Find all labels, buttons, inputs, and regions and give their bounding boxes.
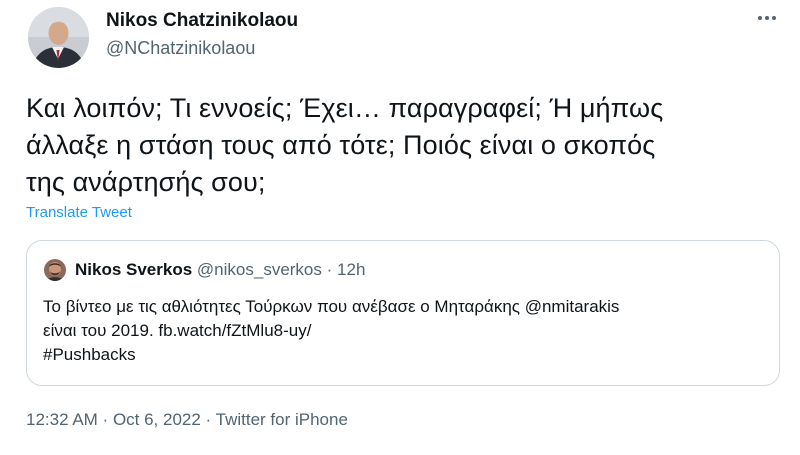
more-dot [765, 16, 769, 20]
author-avatar[interactable] [28, 7, 89, 68]
tweet-time[interactable]: 12:32 AM [26, 410, 98, 429]
tweet-date[interactable]: Oct 6, 2022 [113, 410, 201, 429]
tweet-text: Και λοιπόν; Τι εννοείς; Έχει… παραγραφεί… [26, 90, 766, 201]
quoted-text-line: #Pushbacks [43, 345, 136, 364]
tweet-text-line: Και λοιπόν; Τι εννοείς; Έχει… παραγραφεί… [26, 93, 664, 123]
quoted-text-line: είναι του 2019. fb.watch/fZtMlu8-uy/ [43, 321, 312, 340]
tweet-text-line: της ανάρτησής σου; [26, 167, 266, 197]
quoted-author-handle[interactable]: @nikos_sverkos [197, 260, 322, 279]
tweet-source[interactable]: Twitter for iPhone [216, 410, 348, 429]
quoted-author-avatar[interactable] [44, 259, 66, 281]
quoted-author-name[interactable]: Nikos Sverkos [75, 260, 192, 279]
translate-tweet-link[interactable]: Translate Tweet [26, 204, 132, 221]
more-dot [772, 16, 776, 20]
quoted-text: Το βίντεο με τις αθλιότητες Τούρκων που … [43, 295, 763, 367]
author-handle[interactable]: @NChatzinikolaou [106, 38, 255, 59]
quoted-text-line: Το βίντεο με τις αθλιότητες Τούρκων που … [43, 297, 620, 316]
author-avatar-image [28, 7, 89, 68]
more-dot [758, 16, 762, 20]
quoted-timestamp[interactable]: 12h [337, 260, 365, 279]
author-name[interactable]: Nikos Chatzinikolaou [106, 10, 298, 32]
quoted-header: Nikos Sverkos @nikos_sverkos · 12h [75, 260, 365, 280]
meta-separator: · [200, 410, 216, 429]
meta-separator: · [97, 410, 113, 429]
quoted-separator: · [326, 260, 333, 279]
tweet-meta: 12:32 AM · Oct 6, 2022 · Twitter for iPh… [26, 410, 348, 430]
more-options-icon[interactable] [752, 6, 782, 30]
quoted-tweet[interactable]: Nikos Sverkos @nikos_sverkos · 12h Το βί… [26, 240, 780, 386]
tweet-text-line: άλλαξε η στάση τους από τότε; Ποιός είνα… [26, 130, 656, 160]
tweet: Nikos Chatzinikolaou @NChatzinikolaou Κα… [0, 0, 800, 455]
quoted-avatar-image [44, 259, 66, 281]
